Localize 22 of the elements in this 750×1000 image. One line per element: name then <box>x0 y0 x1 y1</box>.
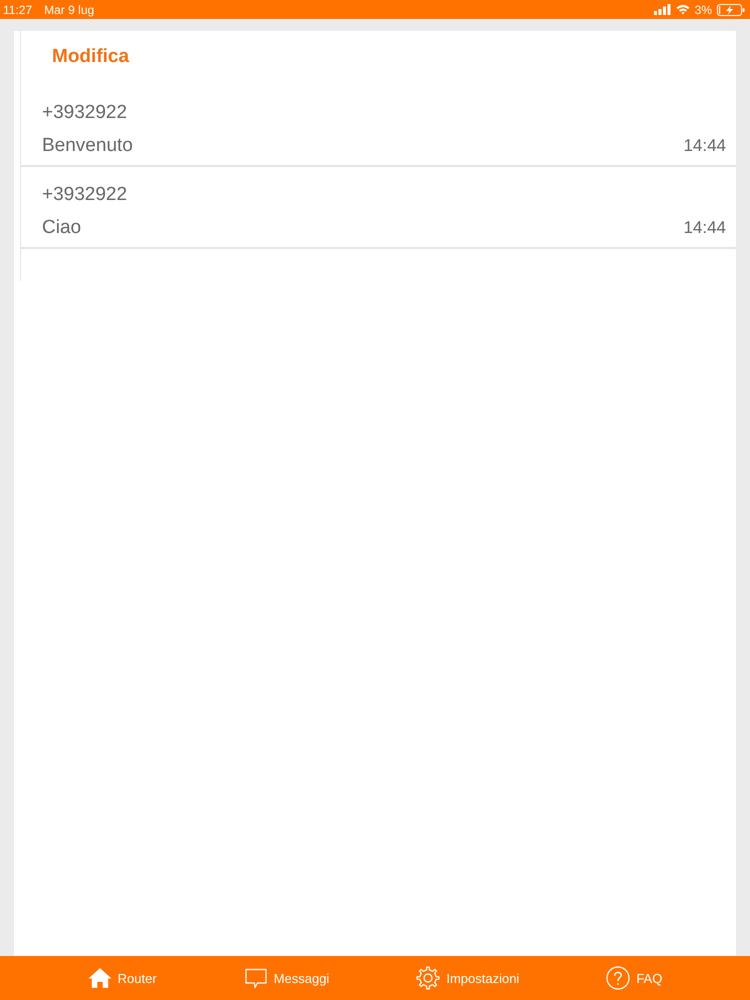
tab-button[interactable]: Router <box>88 966 157 990</box>
speech-bubble-icon <box>244 966 268 990</box>
tab-button[interactable]: FAQ <box>606 966 662 990</box>
message-row[interactable]: +3932922 Benvenuto 14:44 <box>21 85 736 167</box>
sender-number: +3932922 <box>42 183 128 207</box>
wifi-icon <box>676 4 690 15</box>
settings-icon <box>416 966 440 990</box>
message-time: 14:44 <box>683 217 726 239</box>
status-time: 11:27 <box>3 2 32 16</box>
battery-percentage: 3% <box>694 2 712 16</box>
home-icon <box>88 966 112 990</box>
status-date: Mar 9 lug <box>44 2 94 16</box>
sender-number: +3932922 <box>42 101 128 125</box>
tab-button[interactable]: Impostazioni <box>416 966 520 990</box>
help-icon <box>606 966 630 990</box>
signal-icon <box>654 4 671 15</box>
message-preview: Benvenuto <box>42 134 133 158</box>
message-row[interactable]: +3932922 Ciao 14:44 <box>21 167 736 249</box>
message-preview: Ciao <box>42 216 82 240</box>
tab-button[interactable]: Messaggi <box>244 966 330 990</box>
message-time: 14:44 <box>683 135 726 157</box>
edit-button[interactable]: Modifica <box>52 46 130 68</box>
